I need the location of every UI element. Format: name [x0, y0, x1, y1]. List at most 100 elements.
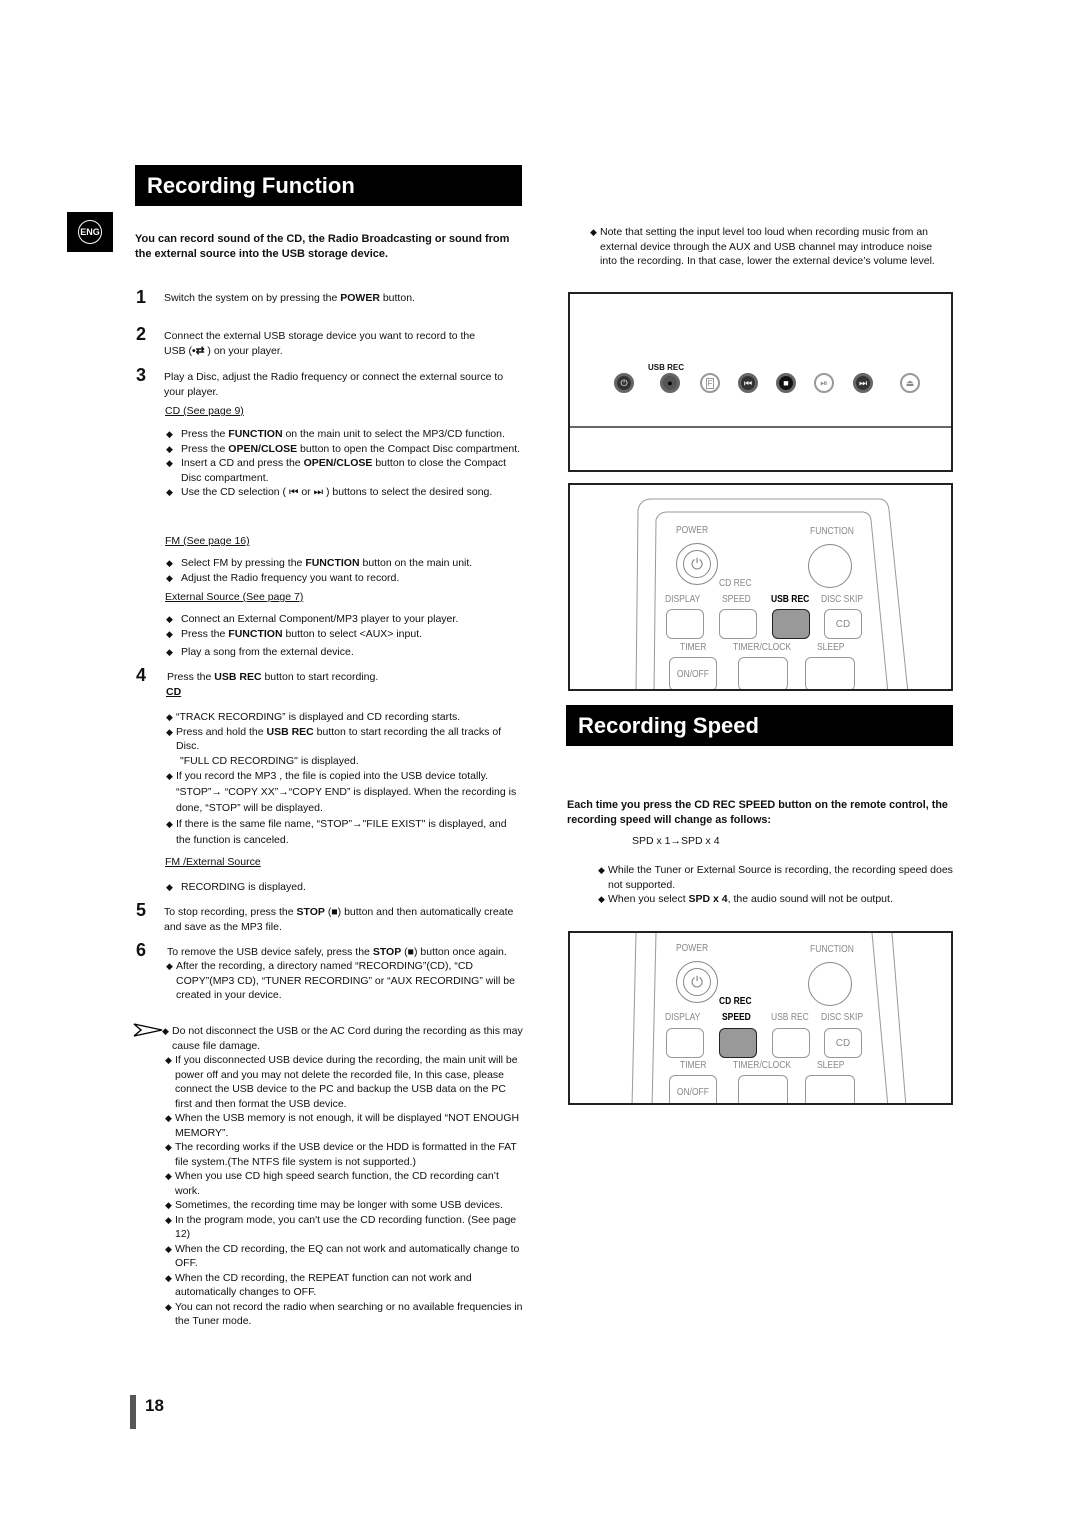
step-4-cd-heading: CD	[166, 686, 182, 698]
power-icon: ⏻	[683, 550, 711, 578]
step-number: 1	[136, 287, 147, 307]
list-item: When the CD recording, the REPEAT functi…	[165, 1271, 524, 1300]
remote-cd-button[interactable]: CD	[824, 1028, 862, 1058]
step-number: 2	[136, 324, 147, 344]
timer-label: TIMER	[680, 642, 707, 653]
function-button[interactable]: F	[700, 373, 720, 393]
recording-speed-bullets: While the Tuner or External Source is re…	[598, 863, 953, 907]
remote-power-button[interactable]: ⏻	[676, 543, 718, 585]
remote-sleep-button[interactable]	[805, 1075, 855, 1103]
function-label: FUNCTION	[810, 944, 854, 955]
list-item: In the program mode, you can't use the C…	[165, 1213, 524, 1242]
power-label: POWER	[676, 525, 709, 536]
timer-clock-label: TIMER/CLOCK	[733, 1060, 792, 1071]
power-icon: ⏻	[683, 968, 711, 996]
remote-timer-clock-button[interactable]	[738, 1075, 788, 1103]
stop-button[interactable]: ■	[776, 373, 796, 393]
remote-cd-button[interactable]: CD	[824, 609, 862, 639]
recording-function-title: Recording Function	[147, 172, 355, 198]
list-item: Select FM by pressing the FUNCTION butto…	[166, 556, 526, 571]
eject-button[interactable]: ⏏	[900, 373, 920, 393]
remote-usb-rec-button[interactable]	[772, 609, 810, 639]
page-number-bar	[130, 1395, 136, 1429]
remote-sleep-button[interactable]	[805, 657, 855, 689]
list-item: Sometimes, the recording time may be lon…	[165, 1198, 524, 1213]
list-item: When you select SPD x 4, the audio sound…	[598, 892, 953, 907]
stop-icon: ■	[783, 378, 789, 388]
list-item: “TRACK RECORDING” is displayed and CD re…	[166, 710, 522, 725]
remote-display-button[interactable]	[666, 609, 704, 639]
speed-sequence: SPD x 1→SPD x 4	[632, 835, 720, 847]
step-4-cd-bullets: “TRACK RECORDING” is displayed and CD re…	[166, 710, 522, 848]
recording-speed-title: Recording Speed	[578, 712, 759, 738]
function-icon: F	[705, 377, 715, 389]
remote-display-button[interactable]	[666, 1028, 704, 1058]
external-source-bullets: Connect an External Component/MP3 player…	[166, 612, 526, 660]
power-button[interactable]: ⏻	[614, 373, 634, 393]
remote-cd-rec-speed-button[interactable]	[719, 609, 757, 639]
list-item: Use the CD selection ( ⏮ or ⏭ ) buttons …	[166, 485, 526, 500]
usb-rec-button[interactable]: ●	[660, 373, 680, 393]
panel-divider	[570, 426, 951, 428]
step-number: 3	[136, 365, 147, 385]
note-arrow-icon	[133, 1023, 163, 1042]
list-item: After the recording, a directory named “…	[166, 959, 521, 1003]
remote-timer-on-off-button[interactable]: ON/OFF	[669, 657, 717, 689]
step-1-text: Switch the system on by pressing the POW…	[164, 292, 415, 304]
list-item: Press the OPEN/CLOSE button to open the …	[166, 442, 526, 457]
usb-rec-label: USB REC	[771, 594, 810, 605]
remote-illustration-usb-rec: POWER ⏻ FUNCTION CD REC DISPLAY SPEED US…	[568, 483, 953, 691]
full-cd-note: "FULL CD RECORDING" is displayed.	[180, 754, 359, 767]
fm-external-heading: FM /External Source	[165, 856, 261, 868]
remote-function-button[interactable]	[808, 544, 852, 588]
input-level-note: Note that setting the input level too lo…	[590, 225, 950, 269]
record-icon: ●	[667, 378, 673, 388]
step-6-bullet: After the recording, a directory named “…	[166, 959, 521, 1003]
list-item: Insert a CD and press the OPEN/CLOSE but…	[166, 456, 526, 485]
remote-cd-rec-speed-button[interactable]	[719, 1028, 757, 1058]
cd-heading: CD (See page 9)	[165, 405, 244, 417]
fm-bullets: Select FM by pressing the FUNCTION butto…	[166, 556, 526, 585]
list-item: Press the FUNCTION on the main unit to s…	[166, 427, 526, 442]
step-2-text: Connect the external USB storage device …	[164, 330, 476, 357]
sleep-label: SLEEP	[817, 642, 845, 653]
function-label: FUNCTION	[810, 526, 854, 537]
remote-function-button[interactable]	[808, 962, 852, 1006]
play-pause-icon: ⏯	[820, 377, 828, 388]
list-item: Press the FUNCTION button to select <AUX…	[166, 627, 526, 642]
step-number: 6	[136, 940, 147, 960]
previous-button[interactable]: ⏮	[738, 373, 758, 393]
step-5-text: To stop recording, press the STOP (■) bu…	[164, 906, 514, 933]
page-number: 18	[145, 1396, 164, 1415]
list-item: While the Tuner or External Source is re…	[598, 863, 953, 892]
remote-timer-clock-button[interactable]	[738, 657, 788, 689]
usb-rec-label: USB REC	[771, 1012, 809, 1023]
list-item: You can not record the radio when search…	[165, 1300, 524, 1329]
play-pause-button[interactable]: ⏯	[814, 373, 834, 393]
list-item: Do not disconnect the USB or the AC Cord…	[162, 1024, 524, 1053]
list-item: When the CD recording, the EQ can not wo…	[165, 1242, 524, 1271]
fm-external-bullet: RECORDING is displayed.	[166, 880, 526, 895]
remote-power-button[interactable]: ⏻	[676, 961, 718, 1003]
notes-list: Do not disconnect the USB or the AC Cord…	[162, 1024, 524, 1329]
recording-speed-title-bar: Recording Speed	[566, 705, 953, 746]
recording-speed-intro: Each time you press the CD REC SPEED but…	[567, 799, 948, 826]
list-item: If you disconnected USB device during th…	[165, 1053, 524, 1111]
remote-timer-on-off-button[interactable]: ON/OFF	[669, 1075, 717, 1103]
eject-icon: ⏏	[905, 377, 915, 388]
next-button[interactable]: ⏭	[853, 373, 873, 393]
list-item: When the USB memory is not enough, it wi…	[165, 1111, 524, 1140]
recording-intro: You can record sound of the CD, the Radi…	[135, 233, 510, 260]
step-number: 4	[136, 665, 147, 685]
timer-label: TIMER	[680, 1060, 707, 1071]
speed-label: SPEED	[722, 594, 751, 605]
step-6-text: To remove the USB device safely, press t…	[167, 946, 507, 958]
remote-usb-rec-button[interactable]	[772, 1028, 810, 1058]
previous-icon: ⏮	[743, 377, 753, 388]
disc-skip-label: DISC SKIP	[821, 1012, 864, 1023]
language-badge: ENG	[67, 212, 113, 252]
power-label: POWER	[676, 943, 709, 954]
usb-rec-label: USB REC	[648, 363, 685, 372]
fm-heading: FM (See page 16)	[165, 535, 250, 547]
remote-illustration-cd-rec-speed: POWER ⏻ FUNCTION CD REC DISPLAY SPEED US…	[568, 931, 953, 1105]
